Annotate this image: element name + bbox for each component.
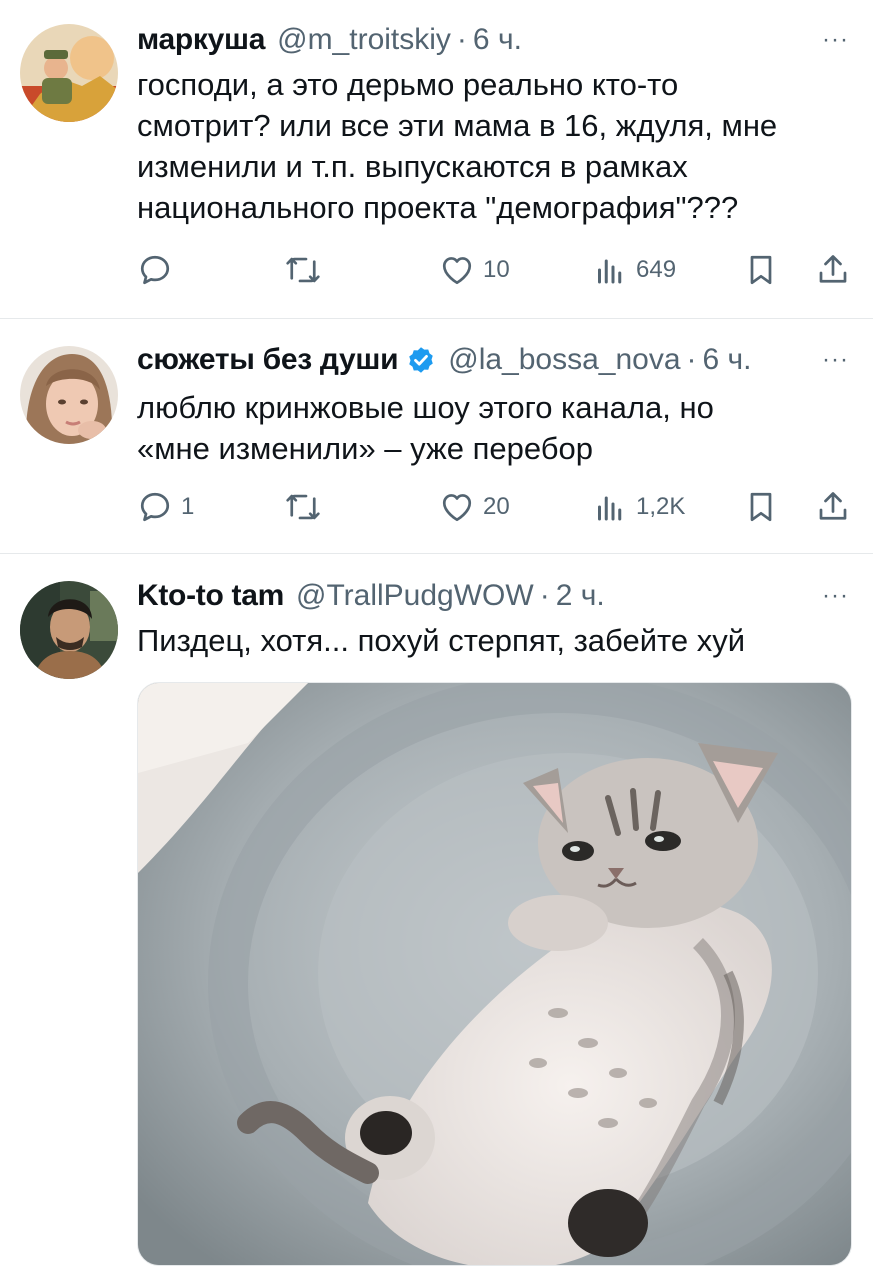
verified-badge-icon	[409, 347, 433, 373]
tweet-header: Kto-to tam @TrallPudgWOW · 2 ч.	[137, 578, 605, 614]
bookmark-icon	[750, 255, 772, 285]
reply-button[interactable]	[137, 250, 181, 290]
avatar-image	[20, 24, 118, 122]
timestamp[interactable]: 6 ч.	[703, 343, 752, 377]
like-icon	[442, 494, 472, 522]
separator: ·	[456, 23, 467, 56]
tweet-text: господи, а это дерьмо реально кто-то смо…	[137, 64, 847, 228]
bookmark-icon	[750, 492, 772, 522]
share-button[interactable]	[815, 250, 851, 290]
retweet-button[interactable]	[285, 487, 329, 527]
view-count: 1,2K	[636, 493, 686, 520]
retweet-button[interactable]	[285, 250, 329, 290]
share-icon	[819, 255, 847, 283]
tweet-text-line: Пиздец, хотя... похуй стерпят, забейте х…	[137, 623, 746, 658]
tweet-text-line: господи, а это дерьмо реально кто-то	[137, 67, 679, 102]
tweet-2[interactable]: сюжеты без души @la_bossa_nova · 6 ч. ··…	[0, 319, 873, 553]
tweet-text: люблю кринжовые шоу этого канала, но «мн…	[137, 387, 847, 469]
reply-button[interactable]: 1	[137, 487, 194, 527]
retweet-icon	[286, 494, 320, 520]
author-name[interactable]: Kto-to tam	[137, 579, 284, 613]
share-icon	[819, 492, 847, 520]
views-button[interactable]: 649	[592, 250, 676, 290]
like-count: 20	[483, 493, 510, 520]
reply-icon	[140, 255, 170, 285]
tweet-text-line: «мне изменили» – уже перебор	[137, 431, 593, 466]
author-handle[interactable]: @m_troitskiy	[277, 23, 451, 57]
separator: ·	[539, 579, 550, 612]
like-button[interactable]: 10	[439, 250, 510, 290]
avatar-image	[20, 346, 118, 444]
avatar[interactable]	[20, 346, 118, 444]
author-handle[interactable]: @TrallPudgWOW	[296, 579, 534, 613]
more-icon[interactable]: ···	[822, 26, 849, 54]
like-count: 10	[483, 256, 510, 283]
bookmark-button[interactable]	[743, 250, 779, 290]
tweet-text-line: люблю кринжовые шоу этого канала, но	[137, 390, 714, 425]
view-count: 649	[636, 256, 677, 283]
action-bar: 10 649	[137, 250, 857, 290]
tweet-text-line: изменили и т.п. выпускаются в рамках	[137, 149, 688, 184]
author-handle[interactable]: @la_bossa_nova	[448, 343, 680, 377]
views-icon	[598, 259, 622, 284]
bookmark-button[interactable]	[743, 487, 779, 527]
retweet-icon	[286, 257, 320, 283]
tweet-text-line: смотрит? или все эти мама в 16, ждуля, м…	[137, 108, 778, 143]
timestamp[interactable]: 6 ч.	[473, 23, 522, 57]
views-button[interactable]: 1,2K	[592, 487, 685, 527]
timestamp[interactable]: 2 ч.	[556, 579, 605, 613]
author-name[interactable]: сюжеты без души	[137, 343, 399, 377]
tweet-1[interactable]: маркуша @m_troitskiy · 6 ч. ··· господи,…	[0, 0, 873, 318]
tweet-media-image[interactable]	[137, 682, 852, 1266]
views-icon	[598, 496, 622, 521]
tweet-text: Пиздец, хотя... похуй стерпят, забейте х…	[137, 620, 847, 661]
tweet-header: сюжеты без души @la_bossa_nova · 6 ч.	[137, 342, 752, 378]
avatar[interactable]	[20, 581, 118, 679]
share-button[interactable]	[815, 487, 851, 527]
reply-count: 1	[181, 493, 195, 520]
kitten-photo	[138, 683, 851, 1265]
more-icon[interactable]: ···	[822, 346, 849, 374]
reply-icon	[140, 492, 170, 522]
avatar[interactable]	[20, 24, 118, 122]
author-name[interactable]: маркуша	[137, 23, 265, 57]
action-bar: 1 20 1,2K	[137, 487, 857, 527]
avatar-image	[20, 581, 118, 679]
more-icon[interactable]: ···	[822, 582, 849, 610]
like-icon	[442, 257, 472, 285]
like-button[interactable]: 20	[439, 487, 510, 527]
separator: ·	[686, 343, 697, 376]
tweet-text-line: национального проекта "демография"???	[137, 190, 739, 225]
tweet-header: маркуша @m_troitskiy · 6 ч.	[137, 22, 522, 58]
